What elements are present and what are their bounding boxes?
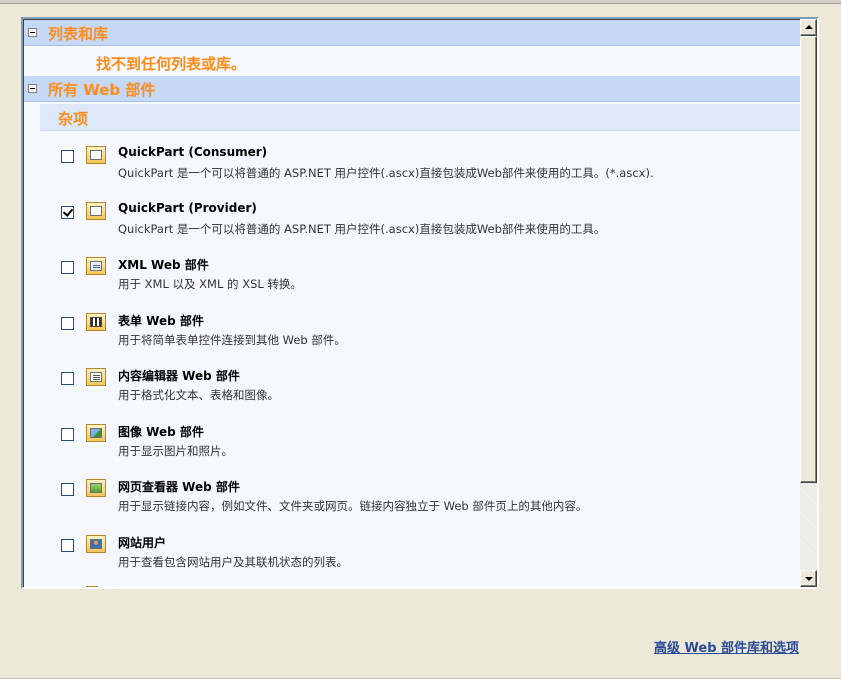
select-checkbox[interactable] bbox=[61, 317, 74, 330]
select-checkbox[interactable] bbox=[61, 372, 74, 385]
page-viewer-icon bbox=[86, 479, 106, 497]
category-header-misc: 杂项 bbox=[40, 104, 800, 131]
web-part-name: XML Web 部件 bbox=[118, 258, 209, 272]
scroll-down-button[interactable] bbox=[800, 570, 817, 587]
web-part-description: 用于 XML 以及 XML 的 XSL 转换。 bbox=[118, 277, 302, 291]
collapse-icon[interactable] bbox=[28, 28, 37, 37]
web-part-description: QuickPart 是一个可以将普通的 ASP.NET 用户控件(.ascx)直… bbox=[118, 222, 606, 236]
web-part-item-quickpart-provider: QuickPart (Provider) QuickPart 是一个可以将普通的… bbox=[60, 197, 800, 247]
scroll-thumb[interactable] bbox=[800, 36, 817, 483]
select-checkbox[interactable] bbox=[61, 483, 74, 496]
empty-lists-message: 找不到任何列表或库。 bbox=[96, 55, 247, 73]
scroll-up-button[interactable] bbox=[800, 19, 817, 36]
quickpart-icon bbox=[86, 146, 106, 164]
web-part-description: 用于显示链接内容，例如文件、文件夹或网页。链接内容独立于 Web 部件页上的其他… bbox=[118, 499, 588, 513]
web-part-item-site-users: 网站用户 用于查看包含网站用户及其联机状态的列表。 bbox=[60, 530, 800, 580]
web-part-name: QuickPart (Consumer) bbox=[118, 145, 268, 159]
section-header-lists[interactable]: 列表和库 bbox=[24, 20, 800, 46]
web-part-name: 网页查看器 Web 部件 bbox=[118, 480, 240, 494]
web-part-item-image: 图像 Web 部件 用于显示图片和照片。 bbox=[60, 419, 800, 469]
web-part-description: 用于格式化文本、表格和图像。 bbox=[118, 388, 279, 402]
category-title: 杂项 bbox=[58, 110, 89, 128]
web-part-item-xml: XML Web 部件 用于 XML 以及 XML 的 XSL 转换。 bbox=[60, 252, 800, 302]
image-icon bbox=[86, 424, 106, 442]
web-part-item-page-viewer: 网页查看器 Web 部件 用于显示链接内容，例如文件、文件夹或网页。链接内容独立… bbox=[60, 474, 800, 524]
collapse-icon[interactable] bbox=[28, 84, 37, 93]
web-part-item-quickpart-consumer: QuickPart (Consumer) QuickPart 是一个可以将普通的… bbox=[60, 141, 800, 191]
web-part-name: QuickPart (Provider) bbox=[118, 201, 257, 215]
select-checkbox[interactable] bbox=[61, 150, 74, 163]
advanced-web-part-gallery-link[interactable]: 高级 Web 部件库和选项 bbox=[654, 637, 799, 656]
web-part-name: 图像 Web 部件 bbox=[118, 425, 204, 439]
web-part-list-content: 列表和库 找不到任何列表或库。 所有 Web 部件 杂项 QuickPart (… bbox=[24, 20, 800, 587]
web-part-name: 表单 Web 部件 bbox=[118, 314, 204, 328]
window-top-edge bbox=[0, 0, 841, 4]
select-checkbox[interactable] bbox=[61, 428, 74, 441]
web-part-name: 网站用户 bbox=[118, 536, 167, 550]
web-part-item-content-editor: 内容编辑器 Web 部件 用于格式化文本、表格和图像。 bbox=[60, 363, 800, 413]
web-part-description: 用于查看包含网站用户及其联机状态的列表。 bbox=[118, 555, 348, 569]
quickpart-icon bbox=[86, 202, 106, 220]
partial-web-part-icon bbox=[86, 586, 98, 587]
select-checkbox[interactable] bbox=[61, 539, 74, 552]
web-part-description: 用于显示图片和照片。 bbox=[118, 444, 233, 458]
content-editor-icon bbox=[86, 368, 106, 386]
section-title-lists: 列表和库 bbox=[48, 25, 109, 43]
web-part-list-panel: 列表和库 找不到任何列表或库。 所有 Web 部件 杂项 QuickPart (… bbox=[21, 17, 819, 589]
select-checkbox[interactable] bbox=[61, 261, 74, 274]
xml-icon bbox=[86, 257, 106, 275]
scroll-track[interactable] bbox=[800, 483, 817, 570]
site-users-icon bbox=[86, 535, 106, 553]
web-part-name: 内容编辑器 Web 部件 bbox=[118, 369, 240, 383]
vertical-scrollbar[interactable] bbox=[800, 19, 817, 587]
web-part-description: 用于将简单表单控件连接到其他 Web 部件。 bbox=[118, 333, 346, 347]
section-header-all-web-parts[interactable]: 所有 Web 部件 bbox=[24, 76, 800, 102]
form-icon bbox=[86, 313, 106, 331]
section-title-all-web-parts: 所有 Web 部件 bbox=[48, 81, 156, 99]
web-part-description: QuickPart 是一个可以将普通的 ASP.NET 用户控件(.ascx)直… bbox=[118, 166, 654, 180]
web-part-item-form: 表单 Web 部件 用于将简单表单控件连接到其他 Web 部件。 bbox=[60, 308, 800, 358]
select-checkbox[interactable] bbox=[61, 206, 74, 219]
